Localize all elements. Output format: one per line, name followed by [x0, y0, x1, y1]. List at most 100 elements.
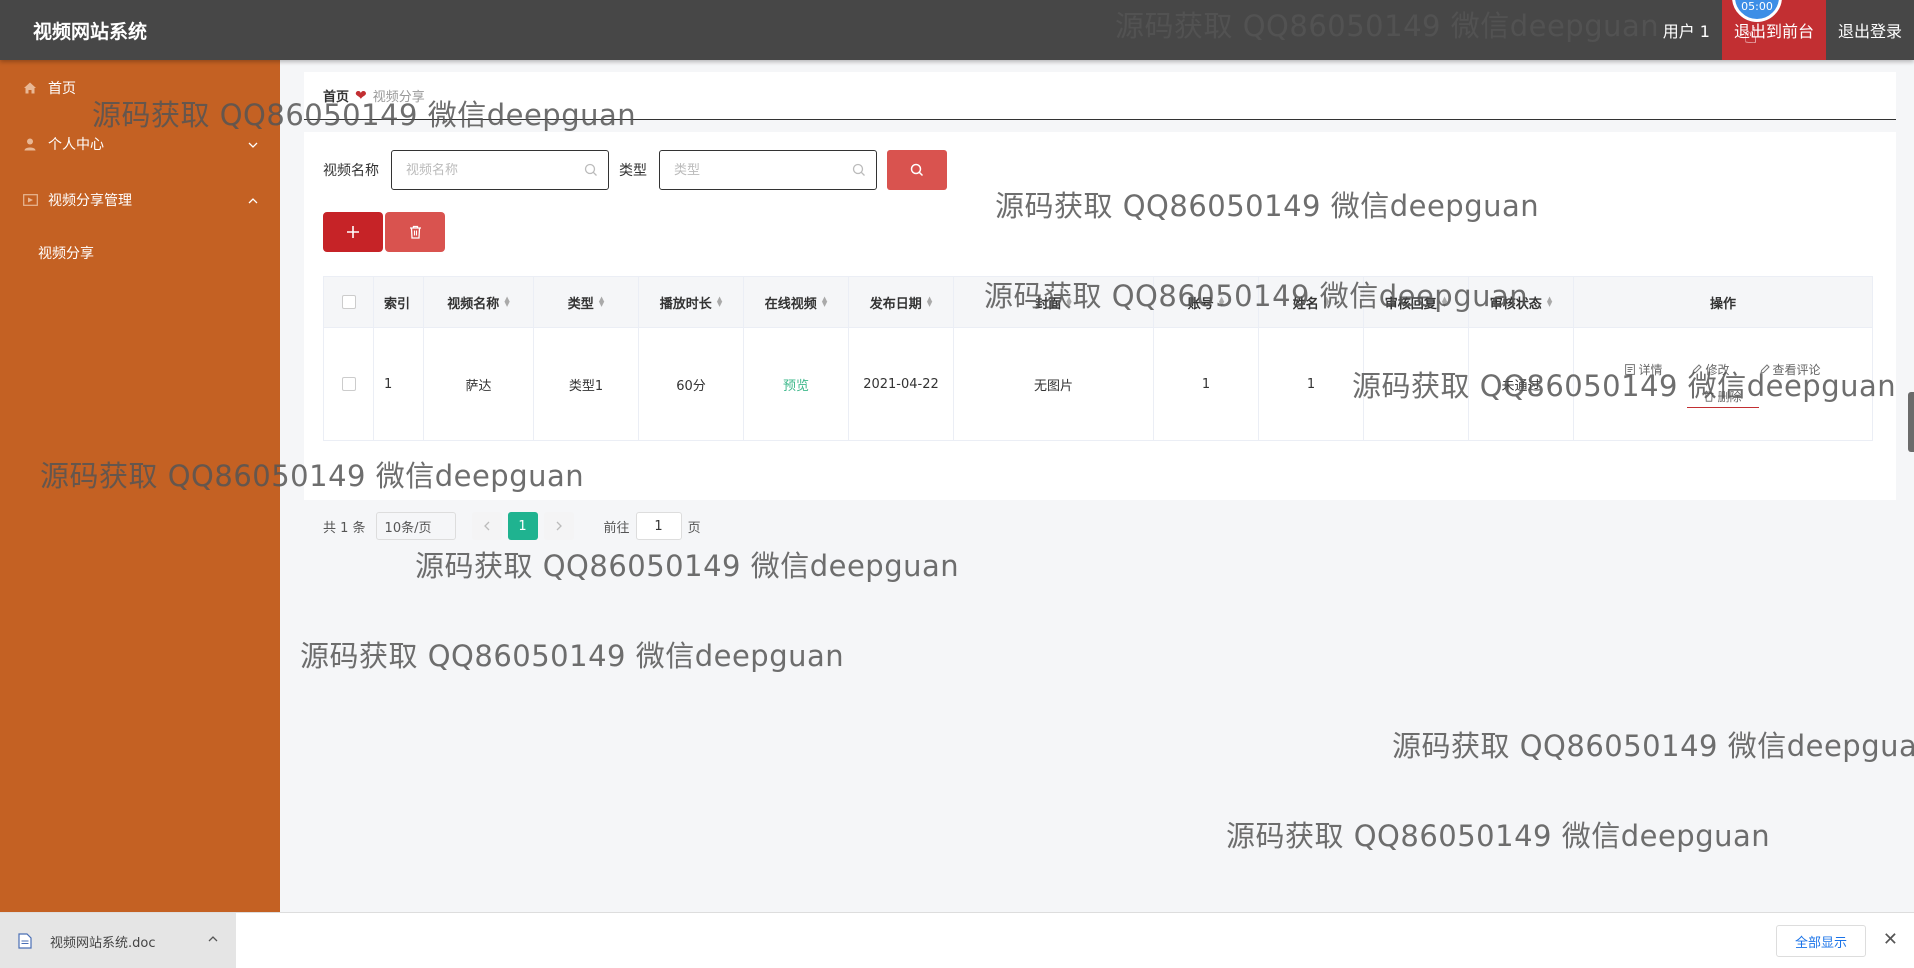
sort-icon: ▲ ▼ [1441, 295, 1448, 308]
search-icon [910, 163, 924, 177]
chevron-right-icon [556, 521, 562, 531]
pagination: 共 1 条 10条/页 1 前往 页 [323, 512, 701, 540]
page-number[interactable]: 1 [507, 512, 538, 540]
logout-button[interactable]: 退出登录 [1826, 0, 1914, 60]
header-realname[interactable]: 姓名 ▲ ▼ [1259, 277, 1364, 327]
type-field[interactable] [659, 150, 877, 190]
view-comments-button[interactable]: 查看评论 [1759, 361, 1821, 378]
type-label: 类型 [619, 163, 647, 179]
content-panel: 视频名称 类型 [304, 132, 1896, 540]
type-input[interactable] [674, 162, 834, 178]
search-button[interactable] [887, 150, 947, 190]
sort-icon: ▲ ▼ [1218, 295, 1225, 308]
edit-icon [1692, 364, 1703, 374]
user-icon [22, 136, 38, 152]
row-checkbox[interactable] [341, 377, 356, 391]
chevron-up-icon[interactable] [208, 931, 218, 946]
total-count: 共 1 条 [323, 520, 366, 536]
next-page-button[interactable] [543, 512, 574, 540]
table-row: 1 萨达 类型1 60分 预览 2021-04-22 无图片 1 1 未通过 详… [324, 327, 1872, 440]
sidebar-item-label: 首页 [48, 81, 76, 97]
close-icon[interactable]: ✕ [1883, 929, 1898, 950]
sidebar-item-home[interactable]: 首页 [0, 60, 280, 116]
document-icon [18, 933, 32, 949]
video-share-table: 索引 视频名称 ▲ ▼ 类型 ▲ ▼ 播放时长 ▲ ▼ 在线视频 ▲ ▼ 发布日期 ▲ ▼ 封面 ▲ ▼… [323, 276, 1873, 441]
edge-scroll-handle[interactable] [1908, 392, 1914, 452]
search-icon [852, 163, 866, 181]
cell-video-name: 萨达 [424, 328, 534, 440]
video-name-label: 视频名称 [323, 163, 379, 179]
video-name-field[interactable] [391, 150, 609, 190]
header-index: 索引 [374, 277, 424, 327]
download-bar: 视频网站系统.doc 全部显示 ✕ [0, 912, 1914, 968]
page-size-select[interactable]: 10条/页 [375, 512, 456, 540]
sidebar-item-label: 个人中心 [48, 137, 104, 153]
table-header: 索引 视频名称 ▲ ▼ 类型 ▲ ▼ 播放时长 ▲ ▼ 在线视频 ▲ ▼ 发布日期 ▲ ▼ 封面 ▲ ▼… [324, 277, 1872, 327]
sidebar-item-video-share-management[interactable]: 视频分享管理 [0, 172, 280, 228]
delete-button[interactable]: 删除 [1704, 388, 1741, 405]
header-video-name[interactable]: 视频名称 ▲ ▼ [424, 277, 534, 327]
download-item[interactable]: 视频网站系统.doc [0, 913, 236, 968]
sort-icon: ▲ ▼ [1066, 295, 1072, 308]
main-content: 首页 ❤ 视频分享 视频名称 类型 [280, 60, 1914, 912]
row-select-cell [324, 328, 374, 440]
header-type[interactable]: 类型 ▲ ▼ [534, 277, 639, 327]
cell-realname: 1 [1259, 328, 1364, 440]
cell-cover: 无图片 [954, 328, 1154, 440]
download-file-name: 视频网站系统.doc [50, 935, 156, 951]
select-all-cell [324, 277, 374, 327]
search-bar: 视频名称 类型 [323, 150, 947, 190]
sidebar-item-personal-center[interactable]: 个人中心 [0, 116, 280, 172]
cell-publish-date: 2021-04-22 [849, 328, 954, 440]
heart-icon: ❤ [355, 87, 367, 104]
header-review-reply[interactable]: 审核回复 ▲ ▼ [1364, 277, 1469, 327]
cell-duration: 60分 [639, 328, 744, 440]
chevron-left-icon [483, 521, 490, 531]
header-cover[interactable]: 封面 ▲ ▼ [954, 277, 1154, 327]
document-icon [1625, 363, 1636, 375]
sidebar: 首页 个人中心 视频分享管理 视频分享 [0, 60, 280, 912]
cell-review-status: 未通过 [1469, 328, 1574, 440]
goto-page-input[interactable] [635, 512, 682, 540]
topbar-actions: 05:00 用户 1 退出到前台 退出登录 [1651, 0, 1914, 60]
breadcrumb-home[interactable]: 首页 [323, 86, 349, 105]
row-actions-line: 详情 修改 查看评论 [1625, 361, 1821, 378]
select-all-checkbox[interactable] [341, 295, 356, 309]
goto-prefix: 前往 [603, 520, 630, 536]
delete-wrap: 删除 [1686, 388, 1759, 408]
header-duration[interactable]: 播放时长 ▲ ▼ [639, 277, 744, 327]
sort-icon: ▲ ▼ [1323, 295, 1330, 308]
hand-cursor-icon: ☝ [1744, 24, 1758, 49]
edit-button[interactable]: 修改 [1692, 361, 1730, 378]
goto-suffix: 页 [687, 520, 701, 536]
detail-button[interactable]: 详情 [1625, 361, 1662, 378]
delete-underline [1686, 406, 1759, 408]
home-icon [22, 80, 38, 96]
sort-icon: ▲ ▼ [1546, 295, 1553, 308]
app-title: 视频网站系统 [33, 20, 148, 43]
sidebar-subitem-video-share[interactable]: 视频分享 [0, 228, 280, 278]
cell-account: 1 [1154, 328, 1259, 440]
prev-page-button[interactable] [471, 512, 502, 540]
video-icon [22, 192, 38, 208]
header-publish-date[interactable]: 发布日期 ▲ ▼ [849, 277, 954, 327]
plus-icon [347, 226, 359, 238]
add-button[interactable] [323, 212, 383, 252]
cell-actions: 详情 修改 查看评论 删除 [1574, 328, 1872, 440]
sort-icon: ▲ ▼ [504, 295, 510, 308]
sort-icon: ▲ ▼ [926, 295, 933, 308]
show-all-downloads-button[interactable]: 全部显示 [1776, 925, 1866, 957]
header-account[interactable]: 账号 ▲ ▼ [1154, 277, 1259, 327]
trash-icon [1704, 391, 1714, 402]
batch-delete-button[interactable] [385, 212, 445, 252]
current-user: 用户 1 [1662, 22, 1710, 41]
cell-review-reply [1364, 328, 1469, 440]
header-review-status[interactable]: 审核状态 ▲ ▼ [1469, 277, 1574, 327]
breadcrumb: 首页 ❤ 视频分享 [304, 72, 1896, 120]
header-actions: 操作 [1709, 296, 1736, 312]
video-name-input[interactable] [406, 162, 566, 178]
top-bar: 视频网站系统 05:00 用户 1 退出到前台 退出登录 [0, 0, 1914, 60]
preview-link[interactable]: 预览 [783, 375, 809, 394]
sidebar-item-label: 视频分享管理 [48, 193, 132, 209]
header-online-video[interactable]: 在线视频 ▲ ▼ [744, 277, 849, 327]
